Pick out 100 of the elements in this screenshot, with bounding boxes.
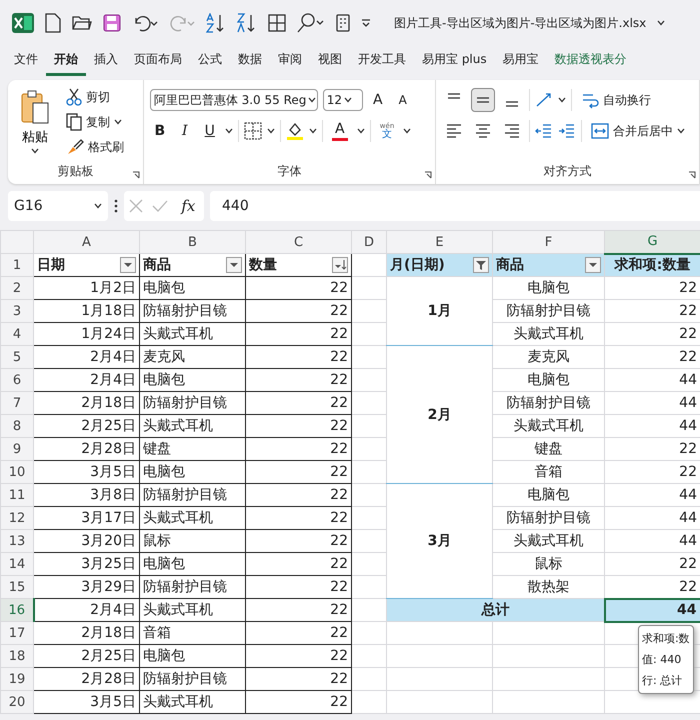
row-header[interactable]: 5 bbox=[0, 346, 34, 368]
row-header[interactable]: 10 bbox=[0, 460, 34, 484]
paste-button[interactable]: 粘贴 bbox=[14, 86, 56, 163]
row-header[interactable]: 11 bbox=[0, 484, 34, 506]
pivot-cell: 防辐射护目镜 bbox=[492, 300, 604, 322]
caret-icon[interactable] bbox=[356, 128, 365, 134]
ribbon-tab[interactable]: 数据透视表分 bbox=[546, 46, 635, 76]
form-icon[interactable] bbox=[336, 14, 350, 32]
ribbon-tab[interactable]: 开始 bbox=[46, 46, 86, 76]
caret-icon[interactable] bbox=[403, 128, 412, 134]
caret-icon[interactable] bbox=[308, 128, 317, 134]
wrap-text-button[interactable]: 自动换行 bbox=[576, 89, 655, 111]
column-header[interactable]: B bbox=[140, 230, 246, 254]
text-orientation-icon[interactable] bbox=[534, 91, 553, 109]
sort-dropdown-icon[interactable] bbox=[332, 257, 348, 273]
caret-icon[interactable] bbox=[558, 97, 566, 103]
font-name-dropdown[interactable]: 阿里巴巴普惠体 3.0 55 Reg bbox=[150, 89, 318, 111]
caret-icon[interactable] bbox=[676, 128, 685, 134]
row-header[interactable]: 15 bbox=[0, 576, 34, 598]
more-options-icon[interactable] bbox=[114, 199, 118, 213]
align-middle-button[interactable] bbox=[470, 88, 495, 112]
caret-icon[interactable] bbox=[657, 20, 666, 26]
column-header[interactable]: F bbox=[492, 230, 604, 254]
dropdown-icon[interactable] bbox=[120, 257, 136, 273]
caret-icon[interactable] bbox=[114, 119, 122, 125]
column-header[interactable]: D bbox=[352, 230, 386, 254]
row-header[interactable]: 12 bbox=[0, 506, 34, 530]
save-icon[interactable] bbox=[103, 14, 121, 32]
row-header[interactable]: 9 bbox=[0, 438, 34, 460]
column-header[interactable]: G bbox=[604, 230, 700, 254]
fill-color-icon[interactable] bbox=[286, 121, 304, 141]
row-header[interactable]: 8 bbox=[0, 414, 34, 438]
ribbon-tab[interactable]: 开发工具 bbox=[350, 46, 414, 76]
row-header[interactable]: 7 bbox=[0, 392, 34, 414]
ribbon-tab[interactable]: 页面布局 bbox=[126, 46, 190, 76]
increase-font-size-button[interactable]: A bbox=[368, 90, 388, 110]
search-icon[interactable] bbox=[297, 13, 325, 33]
merge-center-button[interactable]: 合并后居中 bbox=[586, 120, 689, 142]
bold-button[interactable]: B bbox=[150, 121, 170, 141]
spreadsheet-app-icon[interactable] bbox=[12, 13, 34, 33]
row-header[interactable]: 13 bbox=[0, 530, 34, 552]
row-header[interactable]: 1 bbox=[0, 254, 34, 276]
row-header[interactable]: 20 bbox=[0, 690, 34, 714]
row-header[interactable]: 3 bbox=[0, 300, 34, 322]
row-header[interactable]: 6 bbox=[0, 368, 34, 392]
ribbon-tab[interactable]: 数据 bbox=[230, 46, 270, 76]
check-icon[interactable] bbox=[152, 199, 168, 213]
new-file-icon[interactable] bbox=[45, 13, 61, 33]
increase-indent-icon[interactable] bbox=[558, 122, 576, 140]
name-box[interactable]: G16 bbox=[8, 191, 108, 221]
folder-icon[interactable] bbox=[72, 15, 92, 31]
font-size-dropdown[interactable]: 12 bbox=[322, 89, 363, 111]
caret-icon[interactable] bbox=[31, 148, 39, 154]
ribbon-tab[interactable]: 插入 bbox=[86, 46, 126, 76]
ribbon-tab[interactable]: 易用宝 bbox=[494, 46, 547, 76]
ribbon-tab[interactable]: 视图 bbox=[310, 46, 350, 76]
row-header[interactable]: 18 bbox=[0, 644, 34, 668]
column-header[interactable]: A bbox=[34, 230, 140, 254]
table-cell: 3月8日 bbox=[34, 484, 140, 506]
dropdown-icon[interactable] bbox=[226, 257, 242, 273]
borders-icon[interactable] bbox=[268, 14, 286, 32]
sort-ascending-icon[interactable] bbox=[206, 13, 226, 33]
row-header[interactable]: 4 bbox=[0, 322, 34, 346]
dropdown-icon[interactable] bbox=[585, 257, 601, 273]
dialog-launcher-icon[interactable] bbox=[132, 171, 140, 179]
column-header[interactable]: C bbox=[246, 230, 352, 254]
caret-icon[interactable] bbox=[224, 128, 233, 134]
selected-cell[interactable]: 44 bbox=[604, 598, 700, 622]
row-header[interactable]: 2 bbox=[0, 276, 34, 300]
formula-field[interactable]: 440 bbox=[210, 191, 700, 221]
sort-descending-icon[interactable] bbox=[237, 13, 257, 33]
table-cell: 3月25日 bbox=[34, 552, 140, 576]
row-header[interactable]: 17 bbox=[0, 622, 34, 644]
caret-icon[interactable] bbox=[308, 97, 316, 103]
row-header[interactable]: 14 bbox=[0, 552, 34, 576]
cut-button[interactable]: 剪切 bbox=[62, 86, 128, 108]
font-color-button[interactable]: A bbox=[328, 119, 352, 143]
column-header[interactable]: E bbox=[386, 230, 492, 254]
filter-dropdown-icon[interactable] bbox=[473, 257, 489, 273]
caret-icon[interactable] bbox=[344, 97, 352, 103]
pivot-cell: 头戴式耳机 bbox=[492, 414, 604, 438]
row-header[interactable]: 16 bbox=[0, 598, 34, 622]
caret-icon[interactable] bbox=[94, 203, 102, 209]
ribbon-tab[interactable]: 审阅 bbox=[270, 46, 310, 76]
format-painter-button[interactable]: 格式刷 bbox=[62, 136, 128, 158]
borders-icon[interactable] bbox=[244, 122, 262, 140]
table-cell: 22 bbox=[246, 644, 352, 668]
ribbon-tab[interactable]: 文件 bbox=[6, 46, 46, 76]
ribbon-tab[interactable]: 易用宝 plus bbox=[414, 46, 495, 76]
row-header[interactable]: 19 bbox=[0, 668, 34, 690]
ribbon-tab[interactable]: 公式 bbox=[190, 46, 230, 76]
caret-icon[interactable] bbox=[266, 128, 275, 134]
dialog-launcher-icon[interactable] bbox=[688, 171, 696, 179]
copy-button[interactable]: 复制 bbox=[62, 111, 128, 133]
dialog-launcher-icon[interactable] bbox=[424, 171, 432, 179]
underline-button[interactable]: U bbox=[200, 121, 220, 141]
decrease-font-size-button[interactable]: A bbox=[392, 91, 413, 109]
decrease-indent-icon[interactable] bbox=[534, 122, 553, 140]
italic-button[interactable]: I bbox=[174, 121, 195, 141]
customize-toolbar-icon[interactable] bbox=[361, 19, 371, 27]
